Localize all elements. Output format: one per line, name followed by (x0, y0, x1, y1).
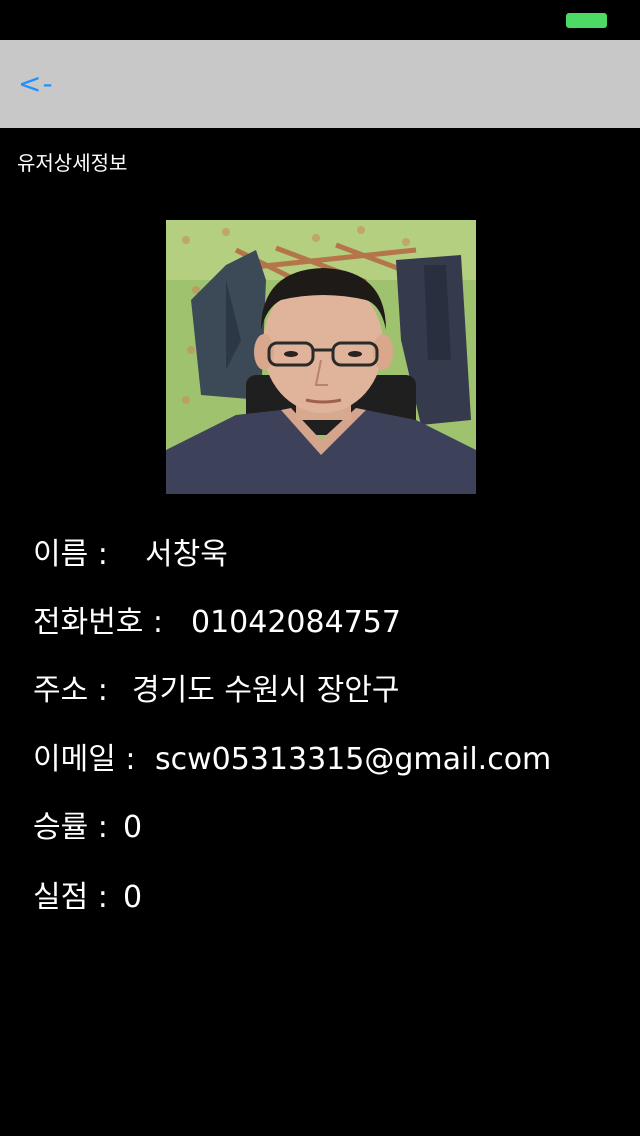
phone-row: 전화번호 : 01042084757 (33, 603, 401, 643)
name-row: 이름 : 서창욱 (33, 535, 228, 575)
page-title: 유저상세정보 (17, 151, 128, 175)
record-label: 실점 : (33, 880, 108, 915)
status-bar (0, 0, 640, 40)
phone-label: 전화번호 : (33, 605, 164, 640)
name-label: 이름 : (33, 537, 108, 572)
battery-icon (566, 13, 607, 28)
address-value: 경기도 수원시 장안구 (132, 673, 400, 708)
back-button[interactable]: <- (18, 67, 54, 101)
record-row: 실점 : 0 (33, 878, 142, 918)
navigation-bar: <- (0, 40, 640, 128)
phone-value: 01042084757 (191, 605, 401, 640)
email-value: scw05313315@gmail.com (155, 742, 552, 777)
record-value: 0 (123, 880, 143, 915)
profile-photo (166, 220, 476, 494)
winrate-value: 0 (123, 810, 143, 845)
user-photo-icon (166, 220, 476, 494)
winrate-label: 승률 : (33, 810, 108, 845)
name-value: 서창욱 (145, 537, 228, 572)
winrate-row: 승률 : 0 (33, 808, 142, 848)
address-row: 주소 : 경기도 수원시 장안구 (33, 671, 399, 711)
email-row: 이메일 : scw05313315@gmail.com (33, 740, 551, 780)
address-label: 주소 : (33, 673, 108, 708)
email-label: 이메일 : (33, 742, 136, 777)
